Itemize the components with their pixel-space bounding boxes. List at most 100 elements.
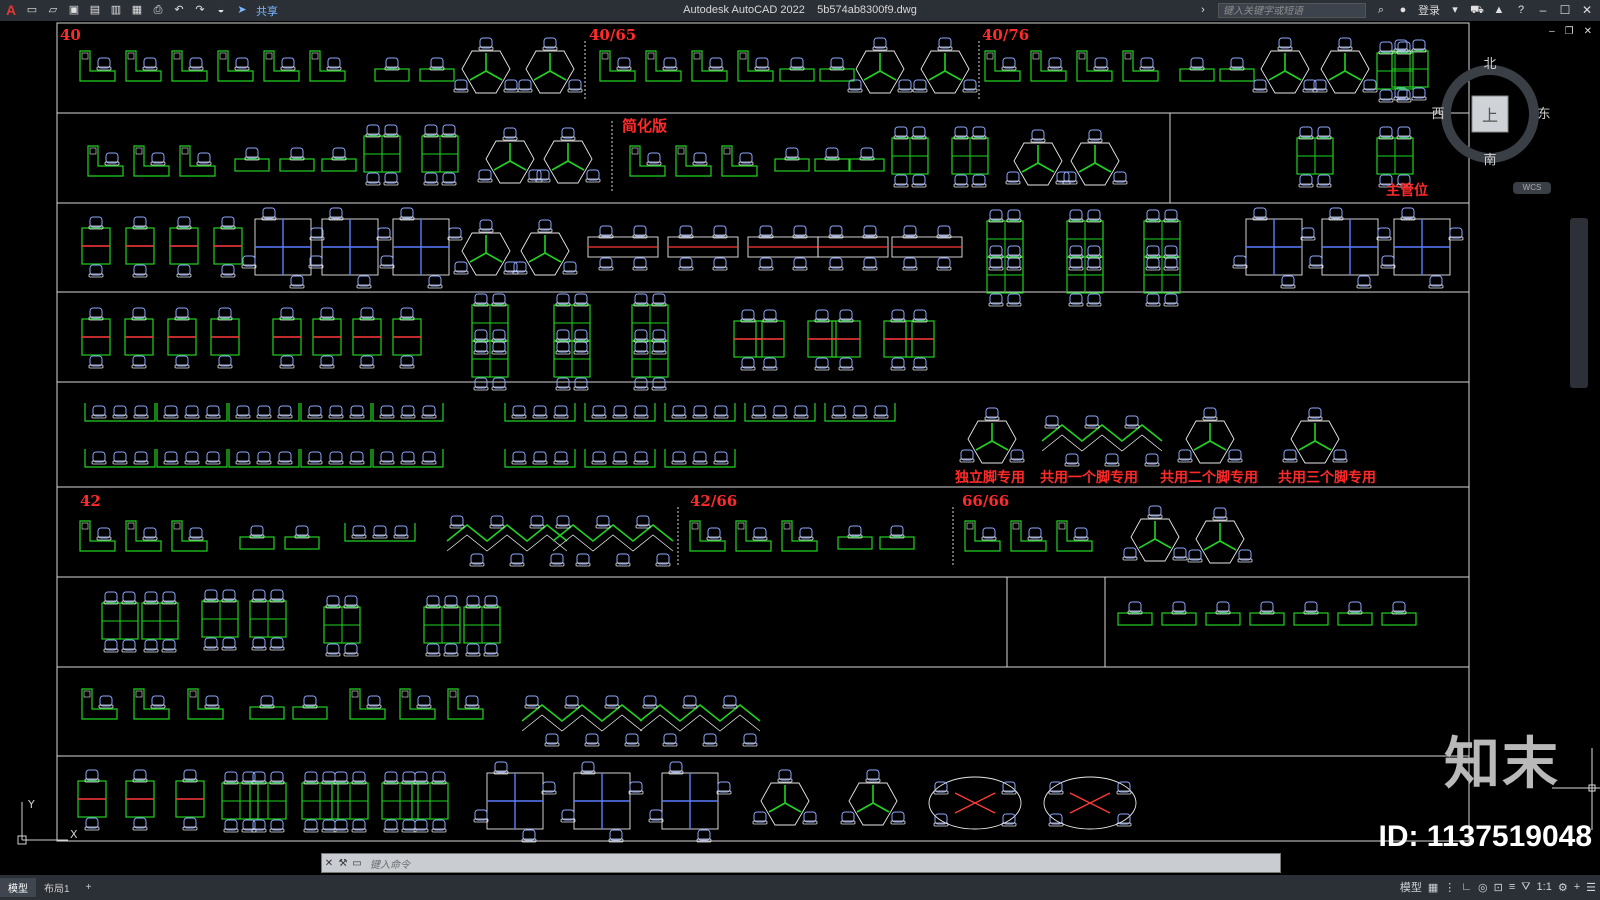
save-as-icon[interactable]: ▤ [88,4,102,17]
workstation-block [892,127,928,187]
wcs-menu[interactable]: WCS [1513,182,1551,194]
workstation-block [1188,508,1252,563]
workstation-block [1118,602,1152,625]
status-scale[interactable]: 1:1 [1537,881,1552,893]
chevron-down-icon[interactable]: ▾ [1448,4,1462,17]
redo-icon[interactable]: ↷ [193,4,207,17]
viewcube-north[interactable]: 北 [1483,57,1496,72]
add-layout-button[interactable]: + [78,880,100,895]
ortho-icon[interactable]: ∟ [1461,881,1472,893]
search-input[interactable]: 键入关键字或短语 [1218,2,1366,18]
tab-layout1[interactable]: 布局1 [36,878,78,897]
print-icon[interactable]: ⎙ [151,4,165,17]
publish-icon[interactable]: ▦ [130,4,144,17]
plus-icon[interactable]: + [1574,881,1580,893]
lineweight-icon[interactable]: ≡ [1509,881,1515,893]
workstation-block [753,770,817,825]
user-icon[interactable]: ● [1396,4,1410,17]
workstation-block [1309,208,1391,288]
layout-tabs-bar: 模型 布局1 + 模型 ▦ ⋮ ∟ ◎ ⊡ ≡ ⛛ 1:1 ⚙ + ☰ [0,875,1600,900]
snap-icon[interactable]: ⋮ [1444,881,1455,894]
grid-icon[interactable]: ▦ [1428,881,1438,894]
viewport-close-icon[interactable]: ✕ [1584,26,1592,37]
workstation-block [1044,777,1136,829]
help-icon[interactable]: ? [1514,4,1528,17]
wrench-icon[interactable]: ⚒ [336,858,350,869]
workstation-block [665,449,735,467]
workstation-block [553,516,673,566]
workstation-block [324,596,360,656]
workstation-block [1283,408,1347,463]
viewport-minimize-icon[interactable]: – [1549,26,1555,37]
search-icon[interactable]: ⌕ [1374,4,1388,17]
share-label[interactable]: 共享 [256,3,278,19]
command-line[interactable]: ✕ ⚒ ▭ 键入命令 [321,853,1281,873]
undo-icon[interactable]: ↶ [172,4,186,17]
workstation-block [393,308,421,368]
customize-icon[interactable]: ☰ [1586,881,1596,894]
status-model[interactable]: 模型 [1400,879,1422,895]
autodesk-app-icon[interactable]: ▲ [1492,4,1506,17]
close-button[interactable]: ✕ [1580,3,1594,17]
layout-grid [56,22,1470,842]
plot-icon[interactable]: ▥ [109,4,123,17]
workstation-block [172,521,207,551]
polar-icon[interactable]: ◎ [1478,881,1488,894]
viewcube[interactable]: 上 北 南 西 东 [1430,56,1550,176]
workspace-icon[interactable]: ◒ [214,4,228,17]
command-history-icon[interactable]: ▭ [350,858,364,869]
annotation-icon[interactable]: ⛛ [1521,881,1530,894]
workstation-block [280,148,314,171]
gear-icon[interactable]: ⚙ [1558,881,1568,894]
drawing-canvas[interactable]: 40 40/65 40/76 简化版 主管位 独立脚专用 共用一个脚专用 共用二… [0,21,1600,875]
workstation-block [585,449,655,467]
workstation-block [505,403,575,421]
command-input[interactable]: 键入命令 [364,856,1280,871]
workstation-block [1057,521,1092,551]
workstation-block [1162,602,1196,625]
maximize-button[interactable]: ☐ [1558,3,1572,17]
workstation-block [218,51,253,81]
workstation-block [310,51,345,81]
workstation-block [202,590,238,650]
minimize-button[interactable]: – [1536,3,1550,17]
workstation-block [412,772,448,832]
new-file-icon[interactable]: ▭ [25,4,39,17]
workstation-block [211,308,239,368]
leg-label-independent: 独立脚专用 [955,469,1025,486]
navigation-bar[interactable] [1570,218,1588,388]
tab-model[interactable]: 模型 [0,878,36,897]
workstation-block [250,590,286,650]
workstation-block [242,208,324,288]
viewcube-face[interactable]: 上 [1482,106,1498,125]
workstation-block [313,308,341,368]
viewcube-south[interactable]: 南 [1483,152,1496,168]
row-4-blocks [82,294,934,390]
workstation-block [1377,127,1413,187]
chevron-right-icon[interactable]: › [1196,4,1210,17]
viewport-restore-icon[interactable]: ❐ [1565,26,1574,37]
cart-icon[interactable]: ⛟ [1470,4,1484,17]
workstation-block [780,58,814,81]
row-9-blocks [78,762,1136,842]
workstation-block [929,777,1021,829]
workstation-block [447,516,567,566]
workstation-block [172,51,207,81]
workstation-block [668,226,738,270]
leg-label-share-three: 共用三个脚专用 [1278,469,1376,486]
share-icon[interactable]: ➤ [235,4,249,17]
workstation-block [1220,58,1254,81]
workstation-block [80,521,115,551]
workstation-block [229,449,299,467]
osnap-icon[interactable]: ⊡ [1494,881,1503,894]
viewcube-west[interactable]: 西 [1431,107,1444,122]
save-icon[interactable]: ▣ [67,4,81,17]
workstation-block [513,220,577,275]
login-label[interactable]: 登录 [1418,2,1440,18]
workstation-block [364,125,400,185]
open-file-icon[interactable]: ▱ [46,4,60,17]
section-label-66-66: 66/66 [962,492,1009,510]
autocad-logo-icon[interactable]: A [4,3,18,17]
viewcube-east[interactable]: 东 [1537,107,1550,122]
close-icon[interactable]: ✕ [322,858,336,869]
